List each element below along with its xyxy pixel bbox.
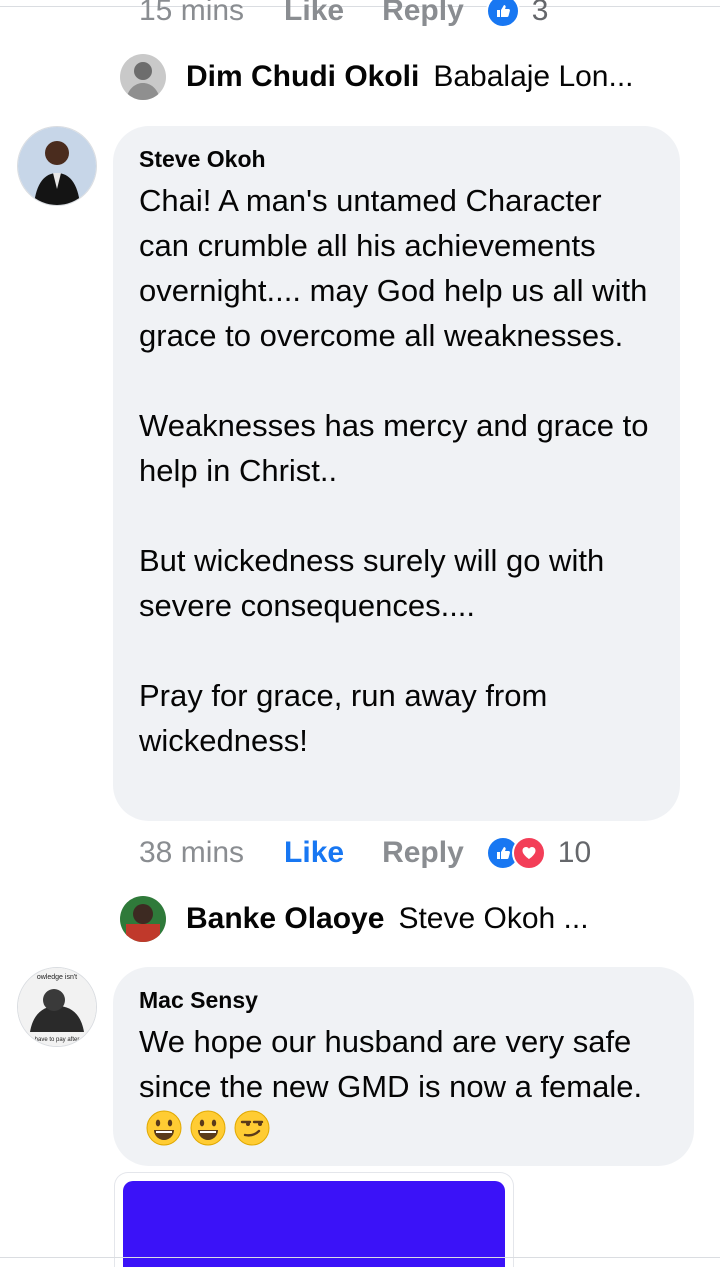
avatar-caption-top: owledge isn't [37,974,77,981]
like-button[interactable]: Like [284,836,344,870]
comment-text: We hope our husband are very safe since … [139,1019,668,1159]
comment-media-attachment[interactable] [114,1172,514,1267]
comment-text: Chai! A man's untamed Character can crum… [139,183,649,758]
comment-meta: 38 mins Like Reply 10 [139,836,591,870]
reply-preview[interactable]: Dim Chudi Okoli Babalaje Lon... [120,54,634,100]
grinning-face-emoji-icon [189,1109,227,1159]
comment-meta-previous: 15 mins Like Reply 3 [139,0,548,28]
thumbs-up-reaction-icon [485,0,520,28]
reply-button[interactable]: Reply [382,836,464,870]
reply-author-name[interactable]: Banke Olaoye [186,902,384,936]
comment-bubble: Mac Sensy We hope our husband are very s… [113,967,694,1166]
reply-snippet: Steve Okoh ... [398,902,589,935]
avatar-caption-bottom: have to pay after [35,1037,80,1043]
like-button[interactable]: Like [284,0,344,28]
avatar [120,896,166,942]
avatar[interactable] [17,126,97,206]
comment-author[interactable]: Mac Sensy [139,985,668,1015]
reactions-summary[interactable]: 10 [485,836,592,870]
reactions-summary[interactable]: 3 [485,0,549,28]
reply-button[interactable]: Reply [382,0,464,28]
heart-reaction-icon [511,836,546,870]
comment-text-body: We hope our husband are very safe since … [139,1024,643,1104]
comment-time: 38 mins [139,836,245,869]
grinning-face-emoji-icon [145,1109,183,1159]
avatar[interactable]: owledge isn't have to pay after [17,967,97,1047]
avatar [120,54,166,100]
reply-snippet: Babalaje Lon... [433,60,634,93]
reply-author-name[interactable]: Dim Chudi Okoli [186,60,419,94]
comment-bubble: Steve Okoh Chai! A man's untamed Charact… [113,126,680,821]
reaction-count: 10 [557,836,592,869]
bottom-divider [0,1257,720,1258]
comment-author[interactable]: Steve Okoh [139,144,654,174]
reaction-count: 3 [531,0,549,27]
reply-preview[interactable]: Banke Olaoye Steve Okoh ... [120,896,589,942]
attachment-image [123,1181,505,1267]
comment-time: 15 mins [139,0,245,27]
smirking-face-emoji-icon [233,1109,271,1159]
